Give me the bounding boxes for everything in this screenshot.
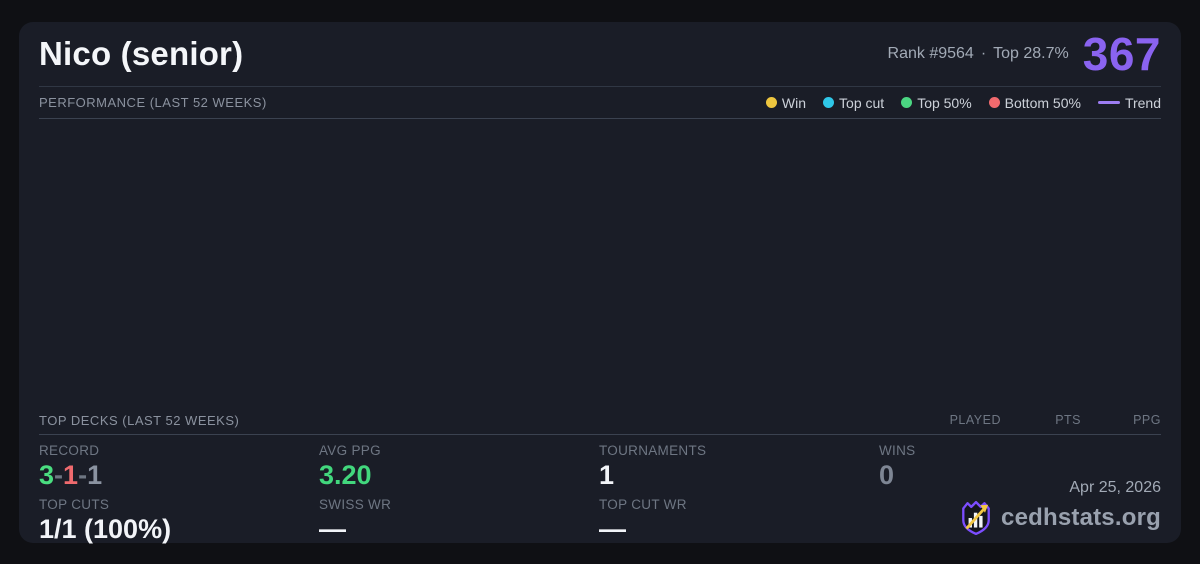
legend-item-win[interactable]: Win bbox=[765, 94, 807, 111]
card-header: Nico (senior) Rank #9564 · Top 28.7% 367 bbox=[39, 22, 1161, 87]
top-cut-dot-icon bbox=[823, 97, 835, 108]
date-label: Apr 25, 2026 bbox=[1069, 479, 1161, 496]
legend-label: Trend bbox=[1124, 94, 1161, 111]
top-50-dot-icon bbox=[901, 97, 913, 108]
rank-text: Rank #9564 · Top 28.7% bbox=[888, 45, 1069, 63]
legend-label: Bottom 50% bbox=[1004, 94, 1081, 111]
stat-col-record: RECORD 3-1-1 TOP CUTS 1/1 (100%) bbox=[39, 436, 319, 544]
page-title: Nico (senior) bbox=[39, 35, 244, 72]
legend-item-trend[interactable]: Trend bbox=[1097, 94, 1161, 111]
legend-item-top-50[interactable]: Top 50% bbox=[901, 94, 972, 111]
top-decks-title: TOP DECKS (LAST 52 WEEKS) bbox=[39, 412, 240, 428]
record-losses: 1 bbox=[63, 460, 79, 490]
wins-label: WINS bbox=[879, 443, 916, 458]
top-cuts-label: TOP CUTS bbox=[39, 497, 110, 513]
brand[interactable]: cedhstats.org bbox=[959, 500, 1161, 536]
player-stats-card: Nico (senior) Rank #9564 · Top 28.7% 367 P… bbox=[19, 22, 1181, 544]
shield-chart-logo-icon bbox=[962, 500, 990, 536]
footer: Apr 25, 2026 cedhstats.org bbox=[959, 479, 1161, 536]
legend-item-top-cut[interactable]: Top cut bbox=[823, 95, 884, 111]
rank-summary: Rank #9564 · Top 28.7% 367 bbox=[888, 31, 1161, 77]
swiss-wr-label: SWISS WR bbox=[319, 497, 392, 513]
chart-legend: Win Top cut Top 50% Bottom 50% Trend bbox=[765, 94, 1161, 111]
player-points: 367 bbox=[1082, 28, 1161, 80]
trend-line-icon bbox=[1097, 101, 1120, 104]
avg-ppg-value: 3.20 bbox=[319, 460, 372, 490]
dot-separator: · bbox=[980, 45, 987, 62]
performance-section-header: PERFORMANCE (LAST 52 WEEKS) Win Top cut … bbox=[39, 87, 1161, 119]
avg-ppg-label: AVG PPG bbox=[319, 443, 381, 458]
legend-label: Top cut bbox=[839, 94, 885, 111]
record-label: RECORD bbox=[39, 443, 100, 458]
top-percent: Top 28.7% bbox=[993, 45, 1069, 62]
record-draws: 1 bbox=[87, 460, 103, 490]
bottom-50-dot-icon bbox=[988, 97, 1000, 108]
legend-label: Win bbox=[781, 94, 807, 111]
record-wins: 3 bbox=[39, 460, 55, 490]
record-value: 3-1-1 bbox=[39, 460, 319, 490]
swiss-wr-value: — bbox=[319, 514, 346, 545]
top-cut-wr-label: TOP CUT WR bbox=[599, 497, 687, 513]
tournaments-value: 1 bbox=[599, 460, 615, 490]
stat-col-tournaments: TOURNAMENTS 1 TOP CUT WR — bbox=[599, 436, 879, 544]
record-sep: - bbox=[78, 460, 88, 490]
win-dot-icon bbox=[765, 97, 777, 108]
brand-text: cedhstats.org bbox=[1001, 504, 1161, 531]
legend-label: Top 50% bbox=[917, 94, 972, 111]
legend-item-bottom-50[interactable]: Bottom 50% bbox=[988, 94, 1081, 111]
performance-section-title: PERFORMANCE (LAST 52 WEEKS) bbox=[39, 95, 267, 110]
column-header-ppg: PPG bbox=[1133, 413, 1161, 427]
record-sep: - bbox=[54, 460, 64, 490]
stat-col-ppg: AVG PPG 3.20 SWISS WR — bbox=[319, 436, 599, 544]
performance-chart bbox=[39, 119, 1161, 406]
column-header-pts: PTS bbox=[1055, 413, 1081, 427]
column-header-played: PLAYED bbox=[949, 413, 1001, 427]
top-decks-header: TOP DECKS (LAST 52 WEEKS) PLAYED PTS PPG bbox=[39, 406, 1161, 435]
rank-number: Rank #9564 bbox=[887, 45, 974, 62]
top-cuts-value: 1/1 (100%) bbox=[39, 514, 172, 545]
top-cut-wr-value: — bbox=[599, 514, 626, 545]
tournaments-label: TOURNAMENTS bbox=[599, 443, 707, 458]
